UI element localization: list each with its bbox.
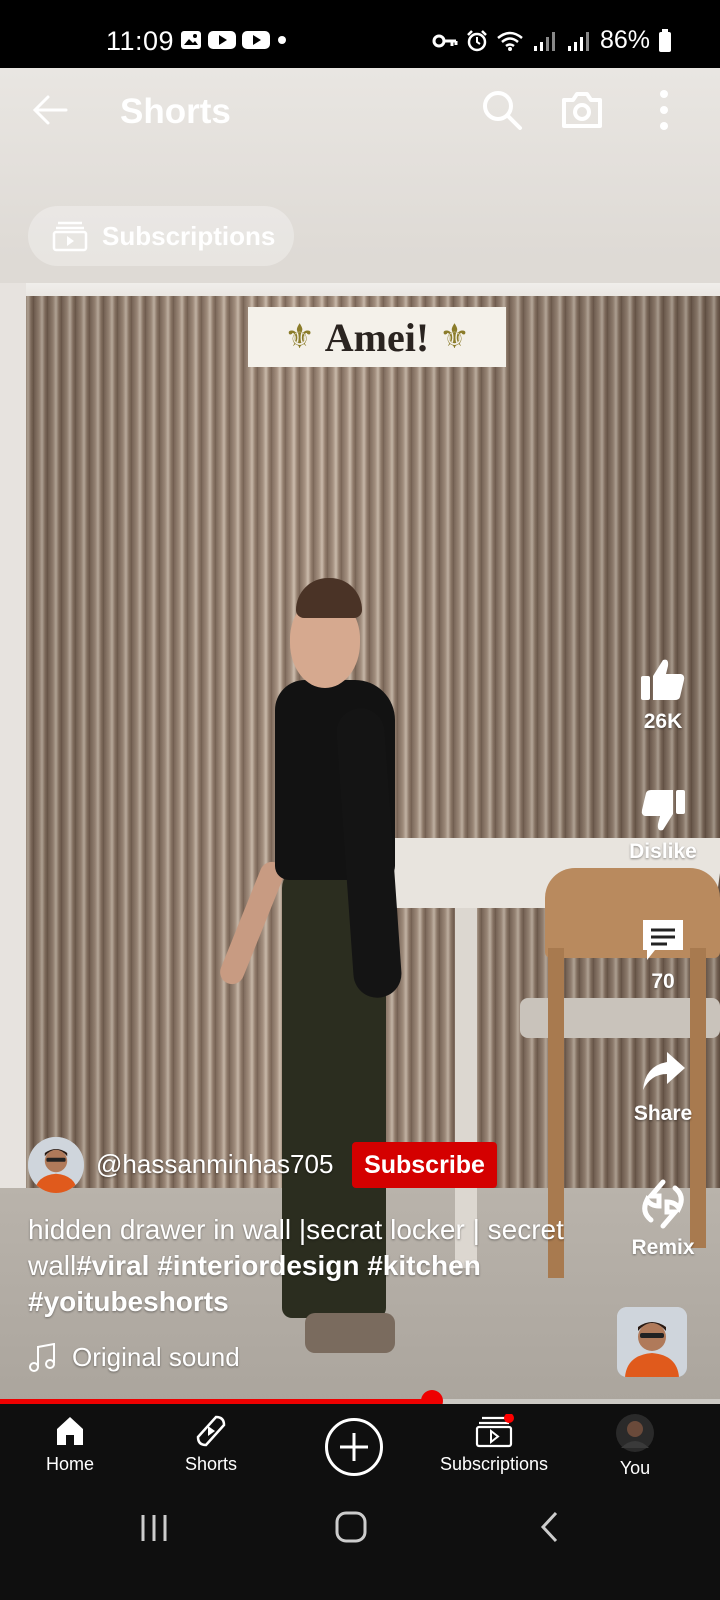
- channel-avatar[interactable]: [28, 1137, 84, 1193]
- more-vert-icon[interactable]: [640, 86, 688, 134]
- subscriptions-chip-label: Subscriptions: [102, 220, 276, 251]
- create-button[interactable]: [325, 1418, 383, 1476]
- thumb-up-icon: [641, 659, 685, 700]
- nav-shorts[interactable]: Shorts: [141, 1414, 281, 1475]
- music-note-icon: [29, 1342, 55, 1372]
- remix-icon: [642, 1179, 684, 1229]
- nav-you-label: You: [619, 1458, 651, 1478]
- vpn-key-icon: [432, 34, 458, 47]
- remix-label: Remix: [631, 1236, 695, 1259]
- shorts-header: Shorts: [0, 68, 720, 158]
- subscriptions-chip[interactable]: Subscriptions: [28, 206, 294, 266]
- youtube-notification-icon-2: [242, 31, 270, 49]
- sound-thumbnail[interactable]: [617, 1307, 687, 1377]
- back-system-icon[interactable]: [538, 1510, 562, 1544]
- channel-handle[interactable]: @hassanminhas705: [96, 1149, 333, 1180]
- nav-shorts-label: Shorts: [184, 1454, 238, 1474]
- hashtag[interactable]: #yoitubeshorts: [28, 1286, 229, 1317]
- side-wall: [0, 283, 26, 1283]
- more-notifications-dot-icon: [278, 36, 286, 44]
- comment-icon: [643, 920, 683, 960]
- sound-link[interactable]: Original sound: [28, 1342, 240, 1373]
- share-button[interactable]: Share: [606, 1048, 720, 1126]
- subscriptions-icon: [475, 1414, 514, 1448]
- comment-count: 70: [651, 970, 675, 993]
- home-icon: [57, 1417, 83, 1445]
- subscriptions-icon: [52, 221, 88, 252]
- notification-icons: [180, 30, 288, 50]
- status-right: 86%: [432, 26, 672, 55]
- profile-avatar-icon: [616, 1414, 654, 1452]
- status-bar: 11:09 86%: [0, 0, 720, 68]
- thumb-down-icon: [641, 790, 685, 831]
- dislike-label: Dislike: [629, 840, 697, 863]
- nav-subscriptions[interactable]: Subscriptions: [424, 1414, 564, 1475]
- plus-icon: [340, 1433, 368, 1461]
- like-button[interactable]: 26K: [606, 656, 720, 734]
- fleur-de-lis-icon: ⚜: [284, 318, 315, 356]
- youtube-notification-icon: [208, 31, 236, 49]
- system-navigation-bar: [0, 1496, 720, 1600]
- bottom-navigation: Home Shorts Subscriptions You: [0, 1404, 720, 1496]
- signal-icon: [533, 31, 555, 51]
- remix-button[interactable]: Remix: [606, 1178, 720, 1260]
- video-description[interactable]: hidden drawer in wall |secrat locker | s…: [28, 1212, 568, 1320]
- signal-icon-2: [567, 31, 589, 51]
- creator-avatar-image: [617, 1307, 687, 1377]
- video-caption-banner: ⚜ Amei! ⚜: [248, 307, 506, 367]
- share-icon: [643, 1052, 685, 1090]
- subscribe-button[interactable]: Subscribe: [352, 1142, 497, 1188]
- hashtag[interactable]: #viral: [76, 1250, 149, 1281]
- shorts-icon: [196, 1415, 226, 1447]
- nav-home-label: Home: [45, 1454, 94, 1474]
- gallery-icon: [181, 31, 201, 49]
- search-icon[interactable]: [478, 86, 526, 134]
- comments-button[interactable]: 70: [606, 916, 720, 994]
- page-title: Shorts: [120, 92, 231, 131]
- nav-you[interactable]: You: [565, 1414, 705, 1479]
- home-system-icon[interactable]: [334, 1510, 368, 1544]
- dislike-button[interactable]: Dislike: [606, 786, 720, 864]
- nav-subscriptions-label: Subscriptions: [439, 1454, 549, 1474]
- hashtag[interactable]: #interiordesign: [157, 1250, 359, 1281]
- back-arrow-icon[interactable]: [28, 88, 72, 132]
- creator-avatar-image: [28, 1137, 84, 1193]
- battery-icon: [659, 28, 671, 52]
- camera-icon[interactable]: [558, 86, 606, 134]
- battery-percent: 86%: [599, 26, 650, 54]
- video-caption-text: Amei!: [324, 314, 430, 360]
- share-label: Share: [633, 1102, 693, 1125]
- nav-home[interactable]: Home: [0, 1414, 140, 1475]
- status-time: 11:09: [106, 26, 175, 56]
- hashtag[interactable]: #kitchen: [367, 1250, 481, 1281]
- alarm-icon: [467, 29, 487, 51]
- sound-label: Original sound: [72, 1342, 240, 1372]
- wifi-icon: [497, 31, 523, 51]
- fleur-de-lis-icon: ⚜: [439, 318, 470, 356]
- like-count: 26K: [643, 710, 683, 733]
- recent-apps-icon[interactable]: [138, 1512, 170, 1544]
